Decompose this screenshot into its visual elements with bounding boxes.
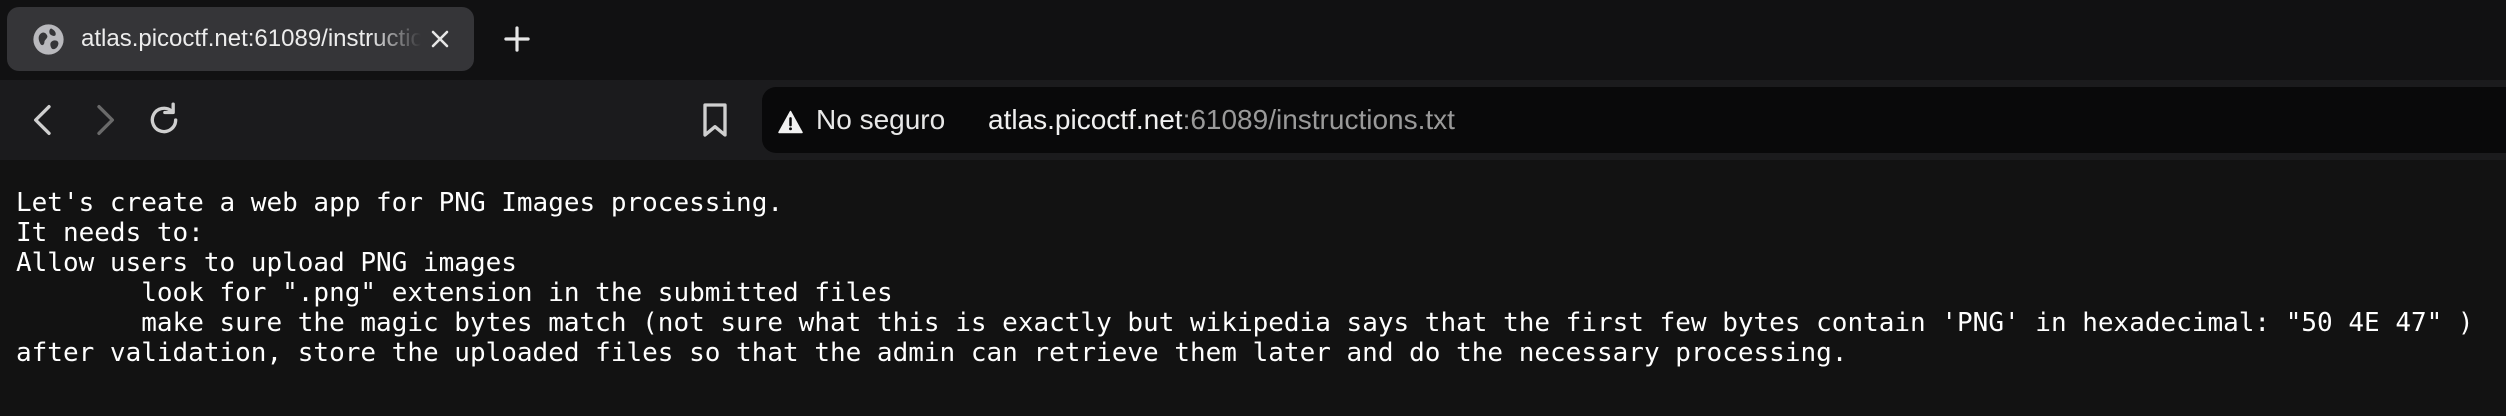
globe-icon xyxy=(33,24,64,55)
text-line: It needs to: xyxy=(16,218,204,248)
active-tab[interactable]: atlas.picoctf.net:61089/instructions.txt xyxy=(7,7,474,71)
close-icon[interactable] xyxy=(428,27,452,51)
text-line: make sure the magic bytes match (not sur… xyxy=(16,308,2474,338)
bookmark-icon[interactable] xyxy=(698,100,732,140)
address-bar[interactable]: No seguro atlas.picoctf.net:61089/instru… xyxy=(762,87,2506,153)
url-path: :61089/instructions.txt xyxy=(1182,104,1455,135)
text-line: after validation, store the uploaded fil… xyxy=(16,338,1848,368)
browser-toolbar: No seguro atlas.picoctf.net:61089/instru… xyxy=(0,80,2506,160)
tab-strip: atlas.picoctf.net:61089/instructions.txt xyxy=(0,0,2506,80)
warning-triangle-icon[interactable] xyxy=(778,110,803,134)
plain-text-document: Let's create a web app for PNG Images pr… xyxy=(16,188,2474,368)
reload-icon[interactable] xyxy=(144,100,184,140)
text-line: Allow users to upload PNG images xyxy=(16,248,517,278)
url-host: atlas.picoctf.net xyxy=(988,104,1183,135)
chevron-right-icon[interactable] xyxy=(84,100,124,140)
plus-icon[interactable] xyxy=(498,20,536,58)
text-line: Let's create a web app for PNG Images pr… xyxy=(16,188,784,218)
tab-title: atlas.picoctf.net:61089/instructions.txt xyxy=(81,25,421,52)
text-line: look for ".png" extension in the submitt… xyxy=(16,278,893,308)
chevron-left-icon[interactable] xyxy=(24,100,64,140)
security-status-label[interactable]: No seguro xyxy=(816,87,945,153)
url-text[interactable]: atlas.picoctf.net:61089/instructions.txt xyxy=(988,87,1455,153)
page-content: Let's create a web app for PNG Images pr… xyxy=(0,160,2506,416)
